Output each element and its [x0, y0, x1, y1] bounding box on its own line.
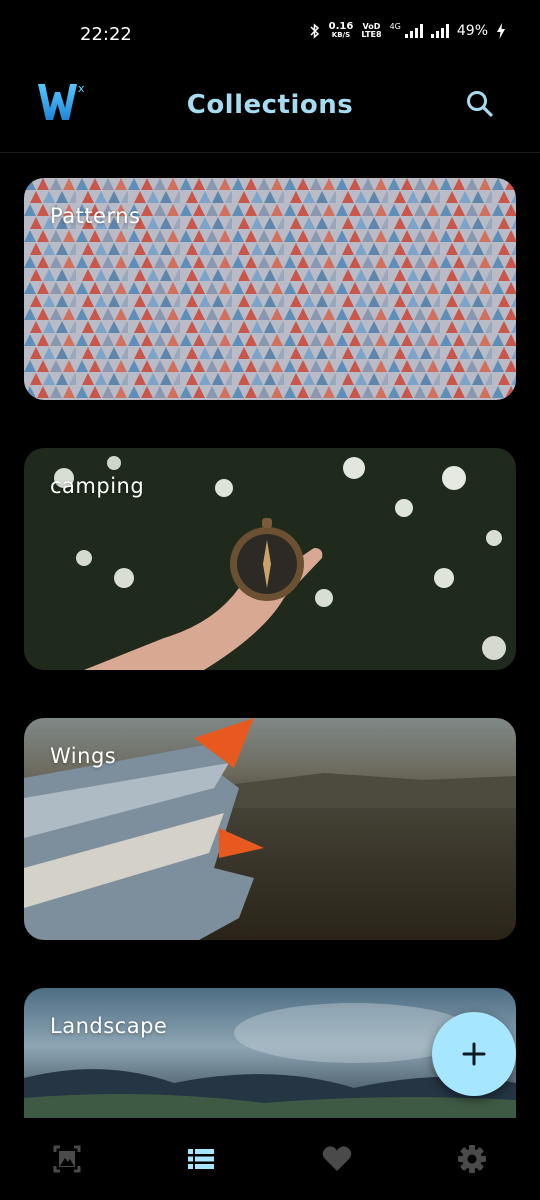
nav-item-collections[interactable] — [184, 1142, 218, 1176]
volte-badge: VoD LTE8 — [361, 23, 381, 39]
status-time: 22:22 — [80, 24, 132, 45]
collection-card-camping[interactable]: camping — [24, 448, 516, 670]
charging-icon — [497, 23, 505, 39]
nav-item-wallpapers[interactable] — [50, 1142, 84, 1176]
image-icon — [53, 1145, 81, 1173]
collection-card-patterns[interactable]: Patterns — [24, 178, 516, 400]
list-icon — [188, 1149, 214, 1169]
bottom-nav — [0, 1118, 540, 1200]
collection-label: Landscape — [50, 1014, 168, 1038]
collection-card-wings[interactable]: Wings — [24, 718, 516, 940]
battery-level: 49% — [456, 23, 488, 39]
search-button[interactable] — [464, 88, 496, 120]
collection-label: Wings — [50, 744, 117, 768]
net-speed: 0.16 KB/S — [329, 22, 354, 40]
signal-icon — [404, 24, 423, 38]
collection-label: Patterns — [50, 204, 141, 228]
plus-icon — [462, 1042, 486, 1066]
add-collection-button[interactable] — [432, 1012, 516, 1096]
collection-label: camping — [50, 474, 145, 498]
gear-icon — [458, 1145, 486, 1173]
signal-icon — [430, 24, 449, 38]
net-speed-unit: KB/S — [331, 31, 351, 39]
page-title: Collections — [186, 90, 354, 120]
status-bar: 22:22 0.16 KB/S VoD LTE8 4G 49% — [0, 0, 540, 68]
search-icon — [467, 91, 493, 117]
heart-icon — [322, 1146, 352, 1171]
bluetooth-icon — [310, 23, 319, 39]
volte-bottom: LTE8 — [361, 30, 382, 39]
status-icons: 0.16 KB/S VoD LTE8 4G 49% — [309, 22, 506, 40]
network-type: 4G — [389, 22, 401, 31]
net-speed-value: 0.16 — [328, 21, 354, 32]
app-bar: x Collections — [0, 68, 540, 153]
nav-item-favorites[interactable] — [320, 1142, 354, 1176]
nav-item-settings[interactable] — [455, 1142, 489, 1176]
